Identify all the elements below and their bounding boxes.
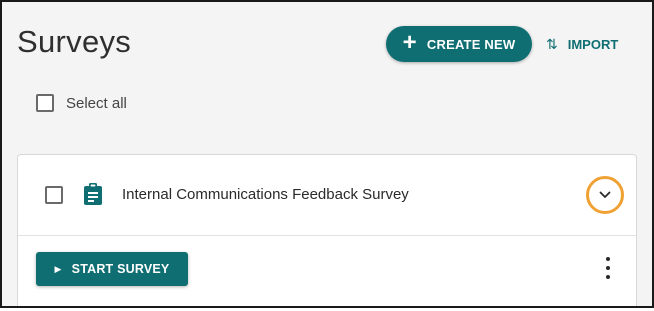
page-title: Surveys bbox=[17, 24, 132, 59]
plus-icon: + bbox=[402, 29, 417, 56]
survey-row: Internal Communications Feedback Survey bbox=[18, 155, 636, 236]
import-button[interactable]: ⇅ IMPORT bbox=[546, 26, 618, 62]
clipboard-icon bbox=[84, 183, 102, 205]
select-all-checkbox[interactable] bbox=[36, 94, 54, 112]
select-all-control[interactable]: Select all bbox=[36, 94, 127, 112]
import-label: IMPORT bbox=[567, 36, 619, 52]
surveys-page: Surveys + CREATE NEW ⇅ IMPORT Select all… bbox=[0, 0, 654, 308]
expand-toggle-button[interactable] bbox=[586, 176, 624, 214]
create-new-label: CREATE NEW bbox=[426, 36, 516, 52]
play-icon: ▶ bbox=[54, 263, 62, 274]
more-vertical-icon bbox=[606, 257, 610, 261]
survey-card: Internal Communications Feedback Survey … bbox=[17, 154, 637, 306]
survey-title: Internal Communications Feedback Survey bbox=[122, 186, 409, 203]
more-options-button[interactable] bbox=[600, 257, 616, 279]
create-new-button[interactable]: + CREATE NEW bbox=[386, 26, 532, 62]
chevron-down-icon bbox=[599, 191, 611, 198]
select-all-label: Select all bbox=[66, 94, 127, 112]
start-survey-label: START SURVEY bbox=[71, 262, 170, 276]
swap-vertical-icon: ⇅ bbox=[546, 35, 558, 52]
start-survey-button[interactable]: ▶ START SURVEY bbox=[36, 252, 188, 286]
survey-checkbox[interactable] bbox=[45, 186, 63, 204]
